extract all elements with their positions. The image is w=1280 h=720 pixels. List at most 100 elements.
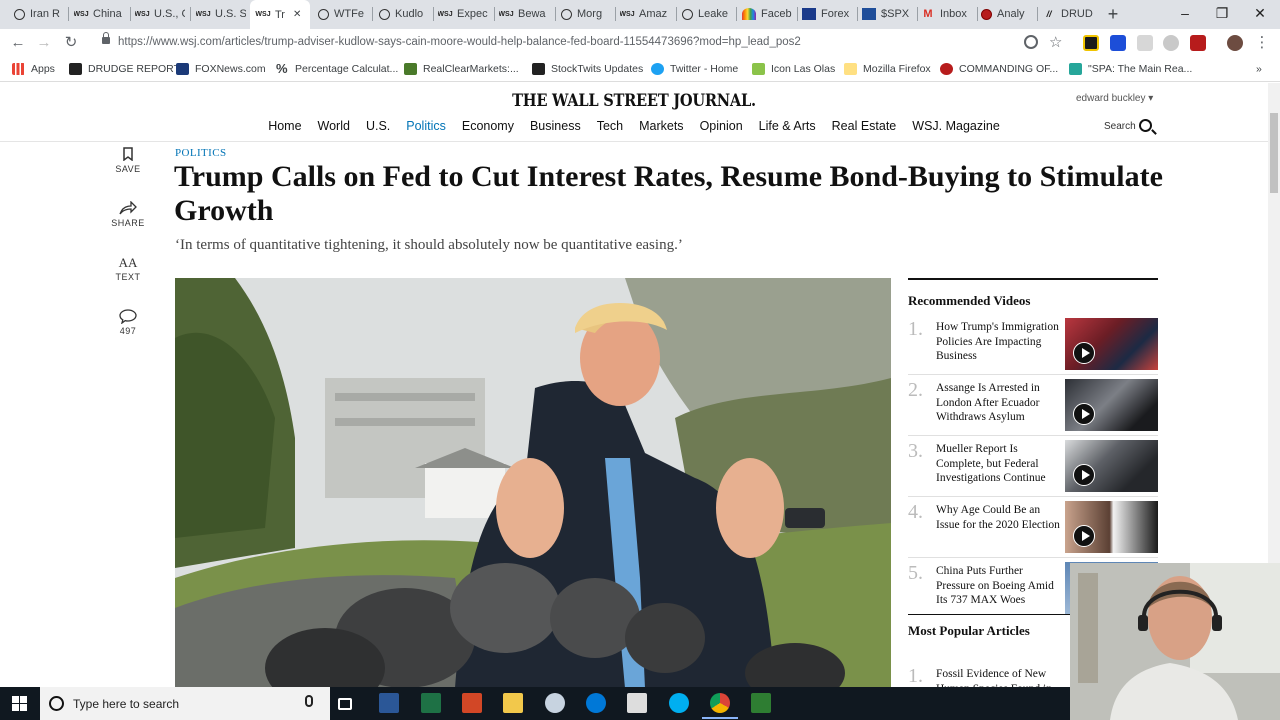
- windows-start-icon[interactable]: [12, 696, 28, 712]
- bookmark-mozilla[interactable]: Mozilla Firefox: [844, 63, 931, 75]
- browser-tab[interactable]: M Inbox: [921, 3, 973, 25]
- video-item[interactable]: 4. Why Age Could Be an Issue for the 202…: [908, 501, 1158, 558]
- browser-tab[interactable]: WSJ Expec: [438, 3, 490, 25]
- maximize-icon[interactable]: ❐: [1207, 2, 1237, 24]
- nav-business[interactable]: Business: [530, 119, 581, 133]
- video-title[interactable]: How Trump's Immigration Policies Are Imp…: [936, 320, 1061, 364]
- edge-icon[interactable]: [586, 693, 606, 713]
- microphone-icon[interactable]: [305, 695, 313, 707]
- bookmark-twitter[interactable]: Twitter - Home: [651, 63, 738, 75]
- profile-avatar[interactable]: [1227, 35, 1243, 51]
- nav-economy[interactable]: Economy: [462, 119, 514, 133]
- bookmark-percentage[interactable]: % Percentage Calculat...: [276, 62, 398, 75]
- play-icon[interactable]: [1073, 464, 1095, 486]
- calculator-icon[interactable]: [627, 693, 647, 713]
- nav-life-arts[interactable]: Life & Arts: [759, 119, 816, 133]
- bookmark-apps[interactable]: Apps: [12, 63, 55, 75]
- file-explorer-icon[interactable]: [503, 693, 523, 713]
- bookmark-drudge[interactable]: DRUDGE REPORT: [69, 63, 180, 75]
- browser-tab[interactable]: WSJ Bewa: [499, 3, 551, 25]
- excel-icon[interactable]: [421, 693, 441, 713]
- video-title[interactable]: China Puts Further Pressure on Boeing Am…: [936, 564, 1061, 608]
- search-icon[interactable]: [1139, 119, 1152, 132]
- play-icon[interactable]: [1073, 525, 1095, 547]
- nav-politics[interactable]: Politics: [406, 119, 446, 133]
- browser-tab[interactable]: Leake: [682, 3, 732, 25]
- browser-tab[interactable]: //DRUD: [1042, 3, 1094, 25]
- video-title[interactable]: Assange Is Arrested in London After Ecua…: [936, 381, 1061, 425]
- video-thumbnail[interactable]: [1065, 379, 1158, 431]
- video-thumbnail[interactable]: [1065, 501, 1158, 553]
- video-item[interactable]: 1. How Trump's Immigration Policies Are …: [908, 318, 1158, 375]
- browser-tab[interactable]: Kudlo: [379, 3, 429, 25]
- bookmark-icon-las-olas[interactable]: Icon Las Olas: [752, 63, 835, 75]
- comments-tool[interactable]: 497: [108, 309, 148, 336]
- cookie-blocked-icon[interactable]: [1024, 35, 1038, 49]
- word-icon[interactable]: [379, 693, 399, 713]
- extension-shield-icon[interactable]: [1083, 35, 1099, 51]
- bookmark-stocktwits[interactable]: StockTwits Updates: [532, 63, 643, 75]
- browser-tab[interactable]: WTFe: [318, 3, 368, 25]
- browser-tab[interactable]: Faceb: [742, 3, 794, 25]
- browser-tab[interactable]: Iran R: [14, 3, 64, 25]
- reload-icon[interactable]: ↻: [61, 33, 81, 53]
- url-text[interactable]: https://www.wsj.com/articles/trump-advis…: [118, 36, 801, 48]
- browser-tab-active[interactable]: WSJ Tr ✕: [250, 0, 310, 29]
- close-tab-icon[interactable]: ✕: [293, 9, 301, 20]
- new-tab-button[interactable]: +: [1104, 4, 1122, 24]
- extension-pdf-icon[interactable]: [1137, 35, 1153, 51]
- video-item[interactable]: 2. Assange Is Arrested in London After E…: [908, 379, 1158, 436]
- close-window-icon[interactable]: ✕: [1245, 2, 1275, 24]
- back-icon[interactable]: ←: [8, 33, 28, 53]
- nav-opinion[interactable]: Opinion: [700, 119, 743, 133]
- paint-icon[interactable]: [545, 693, 565, 713]
- nav-world[interactable]: World: [318, 119, 350, 133]
- browser-tab[interactable]: Forex: [802, 3, 854, 25]
- bookmark-realclearmarkets[interactable]: RealClearMarkets:...: [404, 63, 519, 75]
- browser-tab[interactable]: WSJ Amaz: [620, 3, 672, 25]
- bookmark-star-icon[interactable]: ☆: [1049, 35, 1065, 51]
- forward-icon[interactable]: →: [34, 33, 54, 53]
- browser-tab[interactable]: Analy: [981, 3, 1033, 25]
- extension-acrobat-icon[interactable]: [1190, 35, 1206, 51]
- task-view-icon[interactable]: [338, 698, 352, 710]
- bookmarks-overflow-icon[interactable]: »: [1256, 63, 1262, 75]
- video-item[interactable]: 3. Mueller Report Is Complete, but Feder…: [908, 440, 1158, 497]
- camtasia-icon[interactable]: [751, 693, 771, 713]
- browser-tab[interactable]: Morg: [561, 3, 611, 25]
- save-tool[interactable]: SAVE: [108, 147, 148, 174]
- extension-abp-icon[interactable]: [1163, 35, 1179, 51]
- bookmark-commanding[interactable]: COMMANDING OF...: [940, 63, 1058, 75]
- nav-home[interactable]: Home: [268, 119, 301, 133]
- minimize-icon[interactable]: –: [1170, 2, 1200, 24]
- video-thumbnail[interactable]: [1065, 440, 1158, 492]
- bookmark-foxnews[interactable]: FOXNews.com: [176, 63, 266, 75]
- article-section-kicker[interactable]: POLITICS: [175, 147, 226, 159]
- menu-dots-icon[interactable]: ⋮: [1252, 33, 1272, 53]
- browser-tab[interactable]: WSJU.S., C: [135, 3, 185, 25]
- play-icon[interactable]: [1073, 342, 1095, 364]
- play-icon[interactable]: [1073, 403, 1095, 425]
- chrome-icon[interactable]: [702, 693, 738, 719]
- search-label[interactable]: Search: [1104, 121, 1136, 132]
- powerpoint-icon[interactable]: [462, 693, 482, 713]
- nav-us[interactable]: U.S.: [366, 119, 390, 133]
- video-title[interactable]: Mueller Report Is Complete, but Federal …: [936, 442, 1061, 486]
- popular-title[interactable]: Fossil Evidence of New Human Species Fou…: [936, 667, 1061, 687]
- bookmark-spa[interactable]: "SPA: The Main Rea...: [1069, 63, 1192, 75]
- browser-tab[interactable]: $SPX: [862, 3, 914, 25]
- nav-wsj-magazine[interactable]: WSJ. Magazine: [912, 119, 1000, 133]
- skype-icon[interactable]: [669, 693, 689, 713]
- wsj-logo[interactable]: THE WALL STREET JOURNAL.: [89, 91, 1179, 111]
- share-tool[interactable]: SHARE: [108, 200, 148, 228]
- address-bar[interactable]: https://www.wsj.com/articles/trump-advis…: [94, 32, 1078, 55]
- taskbar-search-box[interactable]: Type here to search: [40, 687, 330, 720]
- nav-markets[interactable]: Markets: [639, 119, 683, 133]
- taskbar-search-placeholder[interactable]: Type here to search: [73, 697, 179, 711]
- text-size-tool[interactable]: AA TEXT: [108, 255, 148, 282]
- video-title[interactable]: Why Age Could Be an Issue for the 2020 E…: [936, 503, 1061, 532]
- video-thumbnail[interactable]: [1065, 318, 1158, 370]
- scrollbar-thumb[interactable]: [1270, 113, 1278, 193]
- browser-tab[interactable]: WSJ China: [74, 3, 126, 25]
- extension-bookmark-icon[interactable]: [1110, 35, 1126, 51]
